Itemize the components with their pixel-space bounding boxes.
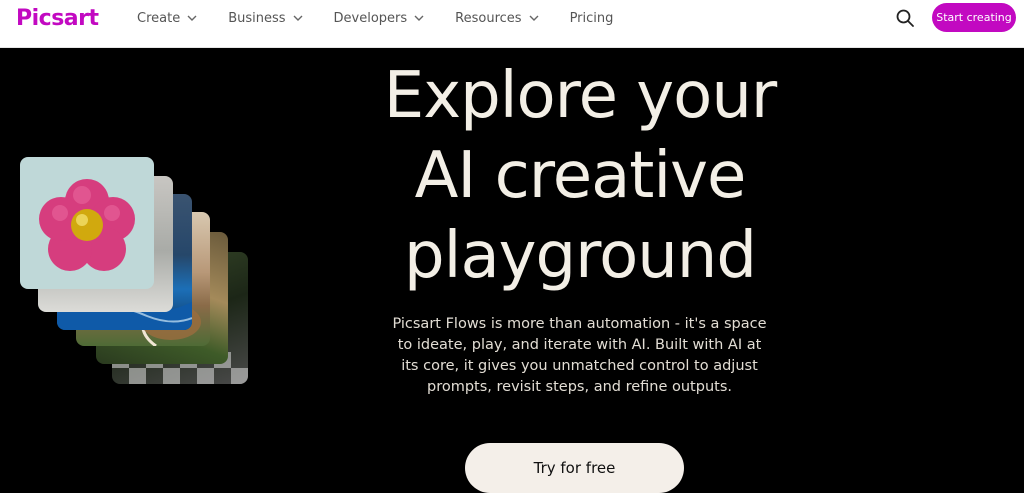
chevron-down-icon (414, 15, 424, 21)
try-for-free-button[interactable]: Try for free (465, 443, 684, 493)
menu-item-pricing[interactable]: Pricing (570, 11, 614, 26)
menu-item-developers[interactable]: Developers (334, 11, 426, 26)
stack-card-flower (20, 157, 154, 289)
hero-title-line: Explore your (383, 59, 777, 133)
menu-item-create[interactable]: Create (137, 11, 198, 26)
hero-title-line: playground (404, 219, 757, 293)
top-navbar: Picsart Create Business Developers Resou… (0, 0, 1024, 48)
menu-item-label: Resources (455, 10, 522, 26)
chevron-down-icon (293, 15, 303, 21)
hero-title-line: AI creative (414, 139, 747, 213)
chevron-down-icon (187, 15, 197, 21)
menu-item-label: Developers (333, 10, 408, 26)
menu-item-label: Business (228, 10, 286, 26)
menu-item-label: Pricing (569, 10, 614, 26)
menu-item-business[interactable]: Business (228, 11, 303, 26)
main-menu: Create Business Developers Resources Pri… (137, 0, 643, 36)
menu-item-resources[interactable]: Resources (455, 11, 539, 26)
hero-title: Explore your AI creative playground (300, 56, 860, 296)
start-creating-button[interactable]: Start creating (932, 3, 1016, 32)
chevron-down-icon (529, 15, 539, 21)
search-icon[interactable] (895, 8, 915, 28)
pink-flower-image (39, 179, 135, 271)
picsart-logo[interactable]: Picsart (16, 6, 99, 31)
hero-description: Picsart Flows is more than automation - … (392, 316, 767, 395)
menu-item-label: Create (137, 10, 181, 26)
